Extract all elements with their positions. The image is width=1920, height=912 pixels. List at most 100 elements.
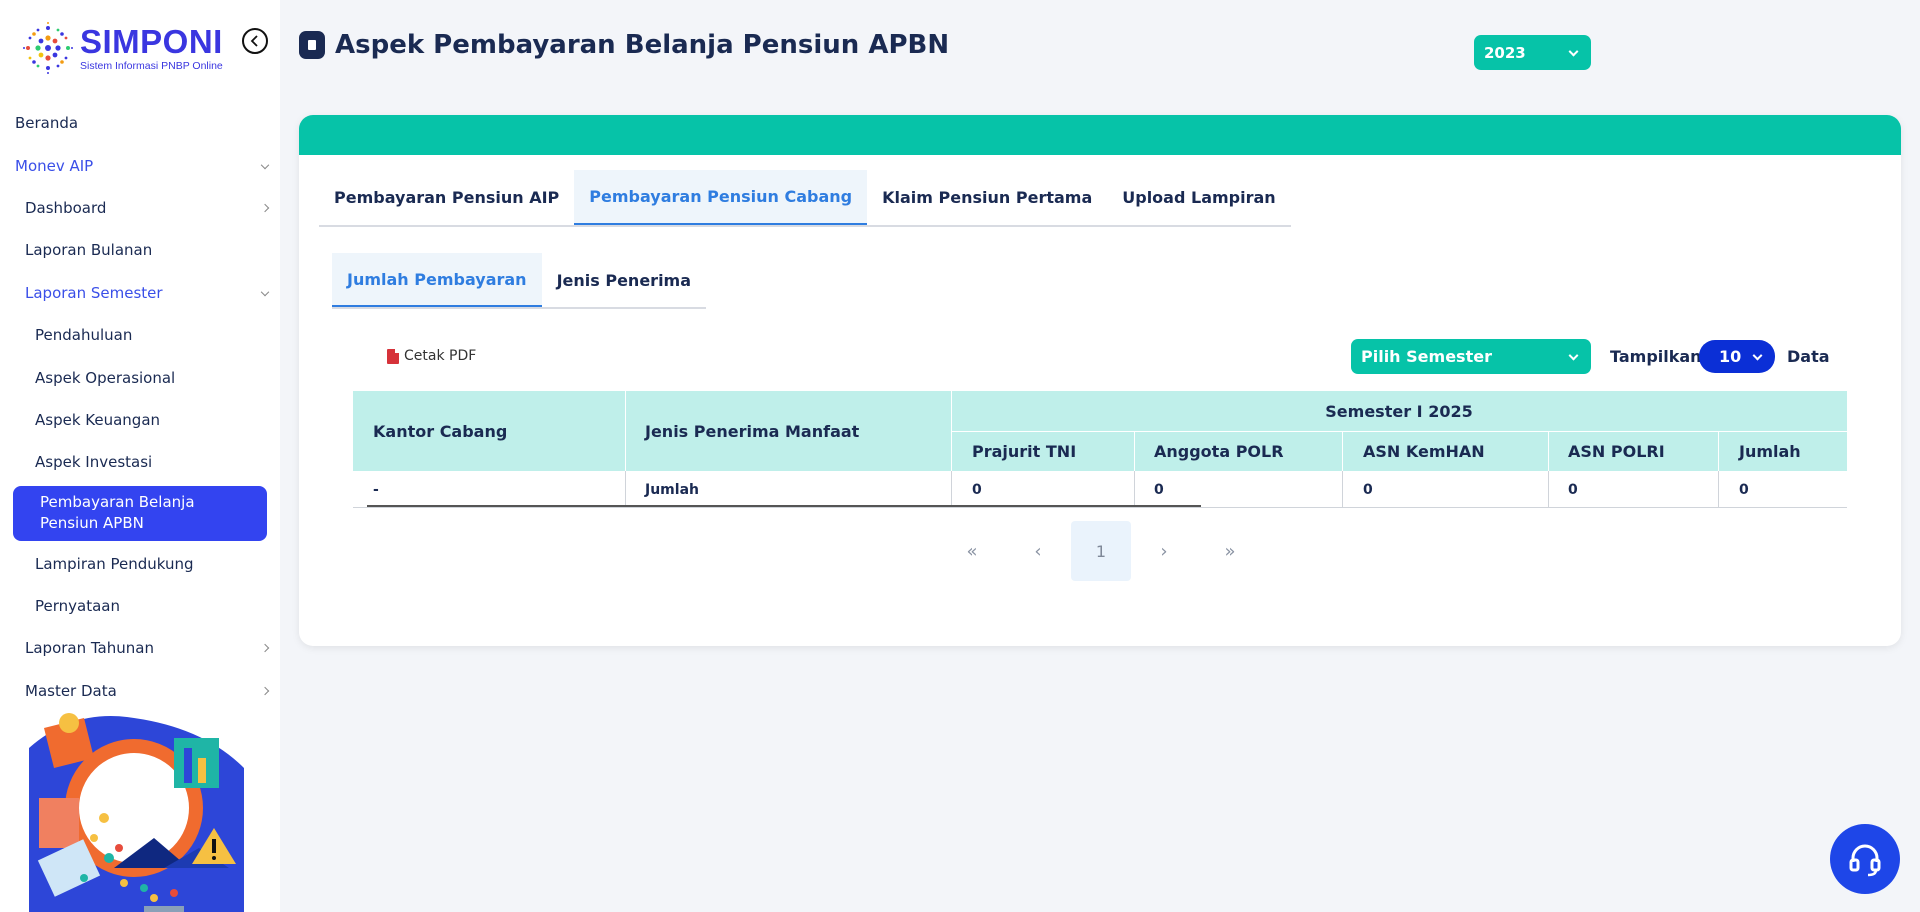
cell-jenis-penerima: Jumlah <box>645 481 699 498</box>
decorative-illustration <box>14 708 264 912</box>
col-header-asn-polri: ASN POLRI <box>1568 441 1665 461</box>
cell-anggota-polr: 0 <box>1154 481 1164 498</box>
sidebar-item-label: Lampiran Pendukung <box>35 554 194 573</box>
page-button-current[interactable]: 1 <box>1071 521 1131 581</box>
chevron-left-icon <box>250 35 258 47</box>
tab-pembayaran-pensiun-aip[interactable]: Pembayaran Pensiun AIP <box>319 170 574 225</box>
sidebar-item-pendahuluan[interactable]: Pendahuluan <box>0 314 280 356</box>
year-select-value: 2023 <box>1484 43 1526 62</box>
show-label: Tampilkan <box>1610 347 1702 366</box>
tab-label: Jumlah Pembayaran <box>347 269 527 289</box>
brand-name: SIMPONI <box>80 22 223 60</box>
tab-pembayaran-pensiun-cabang[interactable]: Pembayaran Pensiun Cabang <box>574 170 868 225</box>
col-group-header-semester: Semester I 2025 <box>1325 401 1473 421</box>
sidebar-item-monev-aip[interactable]: Monev AIP <box>0 144 280 186</box>
sidebar-item-beranda[interactable]: Beranda <box>0 102 280 144</box>
tab-klaim-pensiun-pertama[interactable]: Klaim Pensiun Pertama <box>867 170 1107 225</box>
brand-tagline: Sistem Informasi PNBP Online <box>80 59 223 72</box>
sidebar-item-label: Pembayaran Belanja Pensiun APBN <box>40 493 195 533</box>
sidebar-nav: Beranda Monev AIP Dashboard Laporan Bula… <box>0 102 280 712</box>
print-pdf-label: Cetak PDF <box>404 348 477 364</box>
help-support-button[interactable] <box>1830 824 1900 894</box>
sidebar-item-laporan-tahunan[interactable]: Laporan Tahunan <box>0 627 280 669</box>
sidebar-item-label: Aspek Investasi <box>35 453 153 472</box>
col-header-jumlah: Jumlah <box>1739 441 1801 461</box>
tab-label: Pembayaran Pensiun Cabang <box>589 187 853 206</box>
chevron-down-icon <box>260 160 270 169</box>
col-header-prajurit-tni: Prajurit TNI <box>972 441 1077 461</box>
table-horizontal-scrollbar[interactable] <box>367 505 1201 507</box>
sidebar-item-label: Laporan Bulanan <box>25 241 153 260</box>
page-header: Aspek Pembayaran Belanja Pensiun APBN <box>299 30 949 60</box>
col-header-jenis-penerima: Jenis Penerima Manfaat <box>645 421 860 441</box>
content-card: Pembayaran Pensiun AIP Pembayaran Pensiu… <box>299 115 1901 646</box>
sidebar-item-label: Laporan Semester <box>25 283 163 302</box>
tab-label: Pembayaran Pensiun AIP <box>334 188 560 207</box>
year-select[interactable]: 2023 <box>1474 35 1591 70</box>
collapse-sidebar-button[interactable] <box>242 28 268 54</box>
sidebar-item-laporan-bulanan[interactable]: Laporan Bulanan <box>0 229 280 271</box>
sidebar-item-label: Pernyataan <box>35 597 120 616</box>
sub-tabs: Jumlah Pembayaran Jenis Penerima <box>332 253 707 309</box>
headset-icon <box>1849 844 1881 877</box>
chevron-down-icon <box>1568 350 1579 361</box>
subtab-jenis-penerima[interactable]: Jenis Penerima <box>542 253 706 307</box>
tab-label: Jenis Penerima <box>556 270 692 290</box>
sidebar-item-laporan-semester[interactable]: Laporan Semester <box>0 272 280 314</box>
sidebar-item-dashboard[interactable]: Dashboard <box>0 187 280 229</box>
brand-logo[interactable]: SIMPONI Sistem Informasi PNBP Online <box>18 18 223 78</box>
sidebar-item-aspek-keuangan[interactable]: Aspek Keuangan <box>0 399 280 441</box>
sidebar: SIMPONI Sistem Informasi PNBP Online Ber… <box>0 0 280 912</box>
chevron-down-icon <box>260 287 270 297</box>
data-label: Data <box>1787 347 1830 366</box>
tab-upload-lampiran[interactable]: Upload Lampiran <box>1107 170 1290 225</box>
page-size-value: 10 <box>1719 347 1742 366</box>
sidebar-item-label: Beranda <box>15 114 79 133</box>
cell-prajurit-tni: 0 <box>972 481 982 498</box>
sidebar-item-label: Monev AIP <box>15 156 94 175</box>
tab-label: Klaim Pensiun Pertama <box>882 188 1093 207</box>
col-header-kantor-cabang: Kantor Cabang <box>373 421 508 441</box>
data-table: Kantor Cabang Jenis Penerima Manfaat Sem… <box>353 391 1847 508</box>
sidebar-item-master-data[interactable]: Master Data <box>0 670 280 712</box>
semester-select-value: Pilih Semester <box>1361 347 1492 366</box>
pdf-icon <box>387 348 399 364</box>
chevron-right-icon <box>260 203 270 213</box>
chevron-down-icon <box>1568 46 1579 57</box>
pagination: « ‹ 1 › » <box>939 521 1263 581</box>
page-title: Aspek Pembayaran Belanja Pensiun APBN <box>335 30 950 60</box>
sidebar-item-label: Aspek Keuangan <box>35 410 161 429</box>
last-page-button[interactable]: » <box>1197 521 1263 581</box>
sidebar-item-aspek-operasional[interactable]: Aspek Operasional <box>0 356 280 398</box>
sidebar-item-label: Master Data <box>25 681 117 700</box>
sidebar-item-label: Aspek Operasional <box>35 368 176 387</box>
print-pdf-button[interactable]: Cetak PDF <box>387 348 476 364</box>
main-tabs: Pembayaran Pensiun AIP Pembayaran Pensiu… <box>319 170 1291 227</box>
cell-asn-kemhan: 0 <box>1363 481 1373 498</box>
next-page-button[interactable]: › <box>1131 521 1197 581</box>
page-size-select[interactable]: 10 <box>1699 340 1775 373</box>
sidebar-item-aspek-investasi[interactable]: Aspek Investasi <box>0 441 280 483</box>
col-header-anggota-polr: Anggota POLR <box>1154 441 1284 461</box>
col-header-asn-kemhan: ASN KemHAN <box>1363 441 1485 461</box>
first-page-button[interactable]: « <box>939 521 1005 581</box>
chevron-right-icon <box>260 686 270 696</box>
tab-label: Upload Lampiran <box>1122 188 1276 207</box>
cell-jumlah: 0 <box>1739 481 1749 498</box>
subtab-jumlah-pembayaran[interactable]: Jumlah Pembayaran <box>332 253 542 307</box>
card-header-band <box>299 115 1901 155</box>
sidebar-item-label: Pendahuluan <box>35 326 133 345</box>
sidebar-item-pernyataan[interactable]: Pernyataan <box>0 585 280 627</box>
semester-select[interactable]: Pilih Semester <box>1351 339 1591 374</box>
cell-kantor-cabang: - <box>373 481 379 498</box>
sidebar-item-label: Laporan Tahunan <box>25 639 154 658</box>
sidebar-item-pembayaran-belanja-pensiun-apbn[interactable]: Pembayaran Belanja Pensiun APBN <box>13 485 267 541</box>
table-header: Kantor Cabang Jenis Penerima Manfaat Sem… <box>353 391 1847 471</box>
simponi-logo-icon <box>23 22 73 74</box>
clipboard-icon <box>299 31 325 59</box>
prev-page-button[interactable]: ‹ <box>1005 521 1071 581</box>
table-row: - Jumlah 0 0 0 0 0 <box>353 471 1847 508</box>
chevron-right-icon <box>260 644 270 653</box>
sidebar-item-lampiran-pendukung[interactable]: Lampiran Pendukung <box>0 543 280 585</box>
chevron-down-icon <box>1752 350 1763 361</box>
